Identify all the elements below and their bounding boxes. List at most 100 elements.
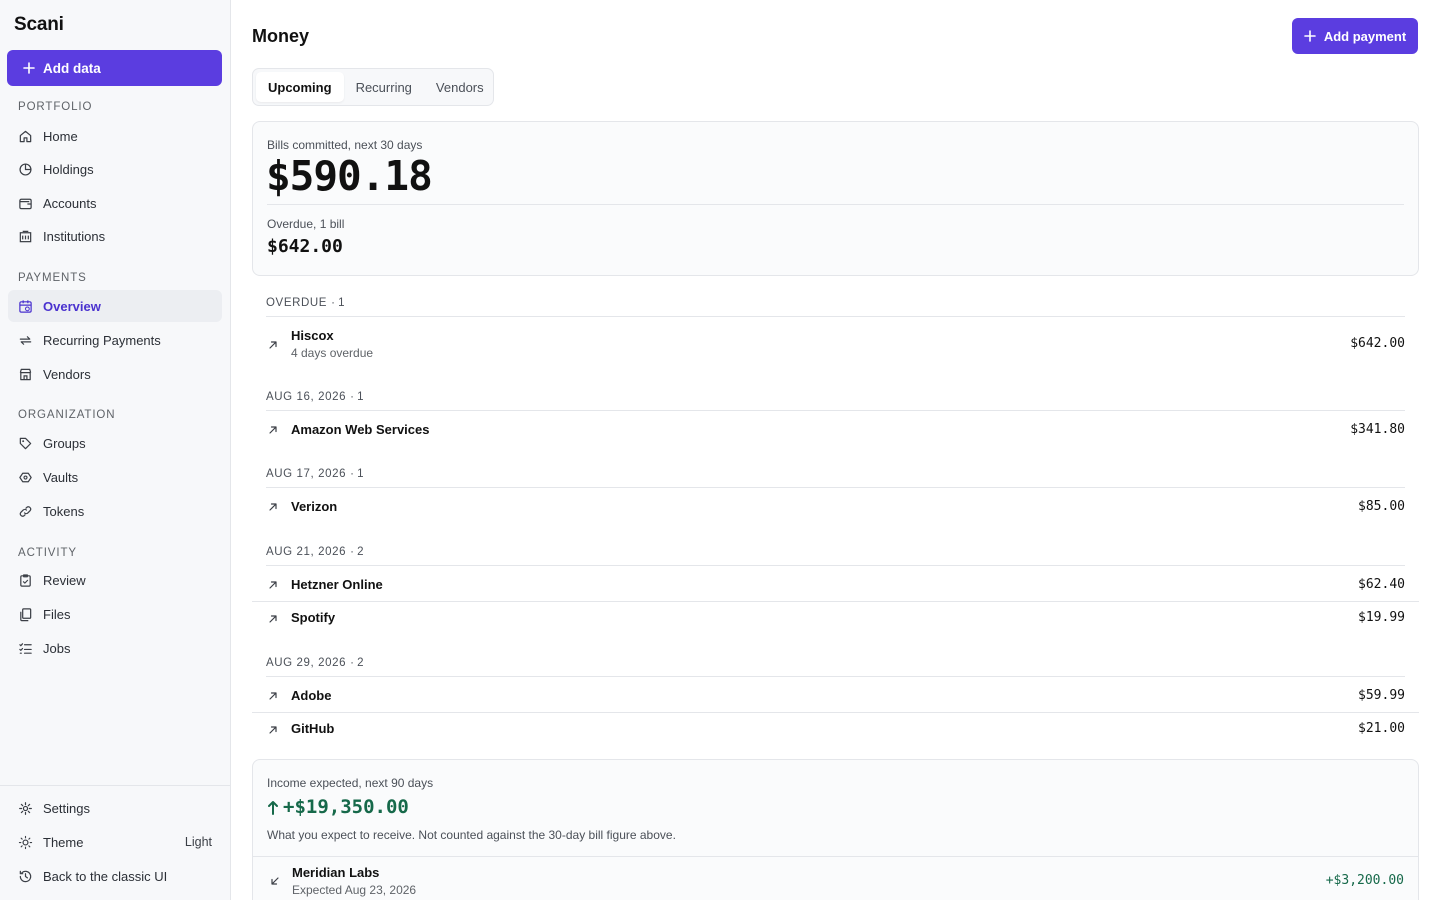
sidebar-item-jobs[interactable]: Jobs [8, 632, 222, 664]
list-item[interactable]: Hetzner Online $62.40 [252, 566, 1419, 602]
theme-toggle[interactable]: Theme Light [8, 826, 222, 858]
arrow-up-right-icon [269, 503, 277, 511]
store-icon [19, 368, 32, 380]
group-count: · 2 [350, 546, 364, 558]
sidebar-item-label: Institutions [43, 228, 106, 244]
tab-recurring[interactable]: Recurring [344, 72, 424, 102]
payment-amount: $62.40 [1358, 577, 1405, 592]
main-content: Money Add payment Upcoming Recurring Ven… [231, 0, 1440, 900]
group-title: AUG 17, 2026 [266, 468, 347, 480]
payee-name: Adobe [291, 688, 332, 703]
payment-amount: $19.99 [1358, 610, 1405, 625]
income-label: Income expected, next 90 days [267, 776, 434, 790]
section-label-activity: ACTIVITY [18, 547, 77, 559]
list-item[interactable]: Amazon Web Services $341.80 [252, 411, 1419, 447]
payment-amount: $59.99 [1358, 688, 1405, 703]
history-icon [19, 870, 32, 882]
list-item[interactable]: GitHub $21.00 [252, 713, 1419, 745]
arrow-down-left-icon [271, 877, 279, 885]
repeat-icon [19, 335, 32, 345]
group-title: AUG 16, 2026 [266, 391, 347, 403]
sidebar-item-files[interactable]: Files [8, 598, 222, 630]
sidebar-item-overview[interactable]: Overview [8, 290, 222, 322]
plus-icon [23, 62, 35, 74]
sidebar-item-label: Review [43, 572, 86, 588]
payee-name: Spotify [291, 610, 336, 625]
group-header-date: AUG 16, 2026 · 1 [266, 391, 364, 403]
section-label-portfolio: PORTFOLIO [18, 101, 93, 113]
payee-name: Hetzner Online [291, 577, 383, 592]
sidebar-item-vendors[interactable]: Vendors [8, 358, 222, 390]
sidebar-divider [0, 785, 230, 786]
vault-icon [19, 472, 32, 482]
page-title: Money [252, 26, 310, 46]
payment-amount: $21.00 [1358, 721, 1405, 736]
sidebar-item-holdings[interactable]: Holdings [8, 153, 222, 185]
sidebar: Scani Add data PORTFOLIO Home Holdings A… [0, 0, 231, 900]
sidebar-item-label: Accounts [43, 195, 97, 211]
payment-amount: $85.00 [1358, 499, 1405, 514]
sidebar-item-recurring-payments[interactable]: Recurring Payments [8, 324, 222, 356]
list-item[interactable]: Verizon $85.00 [252, 488, 1419, 524]
theme-label: Theme [43, 834, 84, 850]
tab-vendors[interactable]: Vendors [424, 72, 496, 102]
list-item[interactable]: Adobe $59.99 [252, 677, 1419, 713]
committed-value: $590.18 [266, 152, 433, 200]
sidebar-item-tokens[interactable]: Tokens [8, 495, 222, 527]
section-label-payments: PAYMENTS [18, 272, 87, 284]
payer-expected-date: Expected Aug 23, 2026 [292, 883, 417, 897]
group-count: · 1 [350, 468, 364, 480]
sidebar-item-review[interactable]: Review [8, 564, 222, 596]
sidebar-item-label: Overview [43, 298, 101, 314]
list-item[interactable]: Meridian Labs Expected Aug 23, 2026 +$3,… [253, 857, 1418, 900]
sidebar-item-label: Vendors [43, 366, 91, 382]
add-data-button[interactable]: Add data [7, 50, 222, 86]
tab-upcoming[interactable]: Upcoming [256, 72, 344, 102]
committed-label: Bills committed, next 30 days [267, 138, 423, 152]
sidebar-item-vaults[interactable]: Vaults [8, 461, 222, 493]
group-header-date: AUG 29, 2026 · 2 [266, 657, 364, 669]
add-payment-button[interactable]: Add payment [1292, 18, 1418, 54]
sidebar-item-label: Jobs [43, 640, 71, 656]
sidebar-item-home[interactable]: Home [8, 120, 222, 152]
payment-amount: $642.00 [1350, 336, 1405, 351]
sidebar-item-label: Files [43, 606, 71, 622]
sun-icon [18, 835, 33, 849]
income-note: What you expect to receive. Not counted … [267, 828, 676, 842]
tab-bar: Upcoming Recurring Vendors [252, 68, 494, 106]
tag-icon [19, 437, 32, 449]
brand-logo: Scani [14, 14, 64, 35]
theme-value: Light [184, 835, 212, 849]
overdue-value: $642.00 [267, 236, 343, 257]
payment-amount: $341.80 [1350, 422, 1405, 437]
clipboard-icon [20, 573, 31, 587]
arrow-up-right-icon [269, 581, 277, 589]
payee-name: Amazon Web Services [291, 422, 430, 437]
add-payment-label: Add payment [1323, 28, 1407, 44]
wallet-icon [19, 198, 32, 209]
sidebar-item-groups[interactable]: Groups [8, 427, 222, 459]
group-count: · 1 [331, 297, 345, 309]
calendar-icon [19, 299, 32, 313]
building-icon [19, 230, 32, 242]
overdue-label: Overdue, 1 bill [267, 217, 345, 231]
sidebar-item-institutions[interactable]: Institutions [8, 220, 222, 252]
sidebar-item-settings[interactable]: Settings [8, 792, 222, 824]
payer-name: Meridian Labs [292, 865, 380, 880]
group-header-date: AUG 17, 2026 · 1 [266, 468, 364, 480]
section-label-organization: ORGANIZATION [18, 409, 116, 421]
arrow-up-right-icon [269, 341, 277, 349]
pie-chart-icon [19, 162, 32, 176]
group-header-overdue: OVERDUE · 1 [266, 297, 345, 309]
list-item[interactable]: Hiscox 4 days overdue $642.00 [252, 317, 1419, 369]
divider [267, 204, 1404, 205]
list-item[interactable]: Spotify $19.99 [252, 602, 1419, 634]
payee-name: Hiscox [291, 328, 334, 343]
payee-name: Verizon [291, 499, 338, 514]
sidebar-item-label: Tokens [43, 503, 85, 519]
income-total-value: +$19,350.00 [283, 796, 409, 818]
back-to-classic-link[interactable]: Back to the classic UI [8, 860, 222, 892]
back-to-classic-label: Back to the classic UI [43, 868, 168, 884]
settings-label: Settings [43, 800, 90, 816]
sidebar-item-accounts[interactable]: Accounts [8, 187, 222, 219]
